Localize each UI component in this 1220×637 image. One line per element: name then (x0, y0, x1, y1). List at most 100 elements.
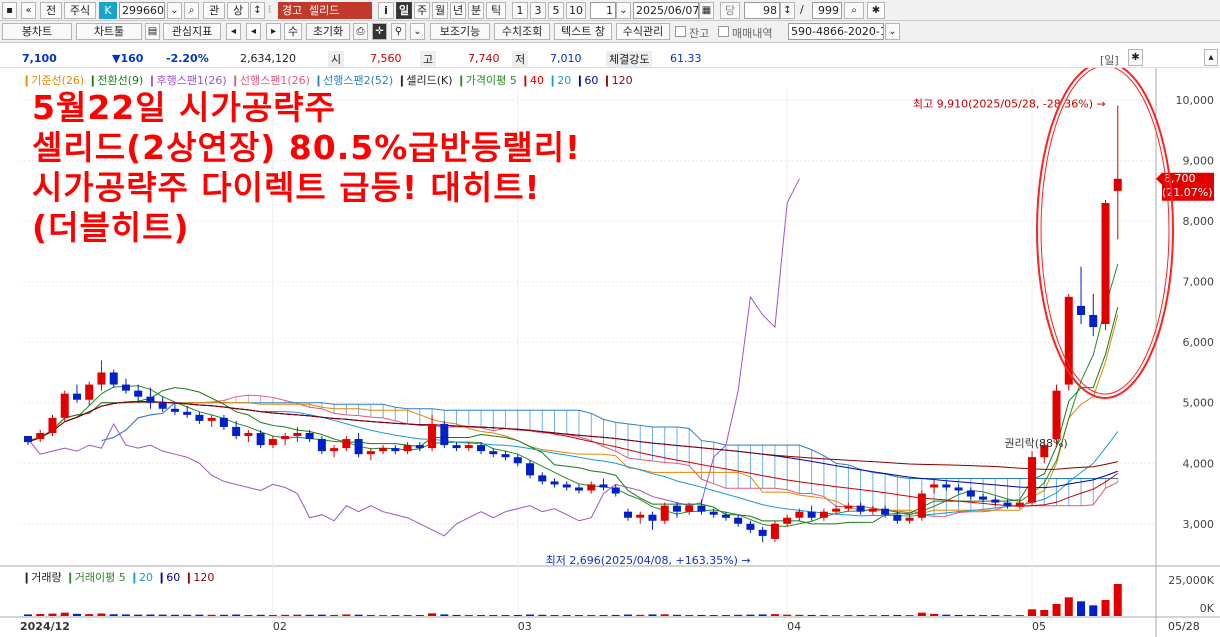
gear-icon[interactable]: ✱ (1128, 49, 1143, 66)
unit-input[interactable]: 1 (590, 2, 616, 19)
candle-body (991, 499, 1000, 503)
count-input[interactable]: 98 (744, 2, 780, 19)
candle-body (146, 396, 155, 403)
legend-item[interactable]: ❙기준선(26) (22, 74, 84, 87)
code-input[interactable]: 299660 (119, 2, 165, 19)
spinner-icon[interactable]: ↕ (780, 2, 795, 19)
balance-checkbox[interactable] (675, 26, 686, 37)
play-right-icon[interactable]: ▸ (266, 23, 281, 40)
calendar-icon[interactable]: ▦ (699, 2, 714, 19)
open-value: 7,560 (370, 52, 402, 65)
account-select[interactable]: 590-4866-2020-1 (788, 23, 884, 40)
high-annotation: 최고 9,910(2025/05/28, -28.36%) → (913, 98, 1106, 111)
formula-button[interactable]: 수식관리 (616, 23, 670, 40)
arrow-left-icon[interactable]: ◂ (226, 23, 241, 40)
volume-bar (697, 614, 706, 616)
tab-month[interactable]: 월 (432, 2, 448, 19)
spinner-icon[interactable]: ↕ (250, 2, 265, 19)
volume-bar (856, 615, 865, 616)
scroll-icon[interactable]: ▴ (1204, 49, 1218, 66)
bong-chart-button[interactable]: 봉차트 (2, 23, 72, 40)
x-tick-label: 02 (273, 620, 287, 633)
chevron-down-icon[interactable]: ⌄ (885, 23, 900, 40)
text-window-button[interactable]: 텍스트 창 (554, 23, 612, 40)
volume-bar (379, 615, 388, 616)
legend-item[interactable]: ❙20 (548, 74, 571, 87)
date-input[interactable]: 2025/06/07 (633, 2, 699, 19)
candle-body (305, 433, 314, 440)
candle-body (697, 505, 706, 512)
su-button[interactable]: 수 (284, 23, 302, 40)
up-icon[interactable]: « (21, 2, 36, 19)
tab-minute[interactable]: 분 (468, 2, 484, 19)
chevron-down-icon[interactable]: ⌄ (167, 2, 182, 19)
legend-item[interactable]: ❙20 (130, 571, 153, 584)
legend-item[interactable]: ❙120 (602, 74, 632, 87)
legend-item[interactable]: ❙선행스팬1(26) (231, 74, 310, 87)
volume-bar (256, 614, 265, 616)
legend-item[interactable]: ❙60 (575, 74, 598, 87)
search-icon[interactable]: ⌕ (184, 2, 199, 19)
volume-bar (758, 614, 767, 616)
legend-item[interactable]: ❙가격이평 5 (457, 74, 517, 87)
legend-item[interactable]: ❙전환선(9) (88, 74, 143, 87)
tab-day[interactable]: 일 (396, 2, 412, 19)
y-tick-label: 9,000 (1183, 155, 1215, 168)
volume-bar (636, 614, 645, 616)
num-10-button[interactable]: 10 (566, 2, 586, 19)
market-button[interactable]: 전 (40, 2, 62, 19)
legend-item[interactable]: ❙거래이평 5 (66, 571, 126, 584)
volume-bar (170, 614, 179, 616)
num-3-button[interactable]: 3 (530, 2, 546, 19)
day-tag: [일] (1100, 54, 1119, 67)
volume-bar (219, 614, 228, 616)
reset-button[interactable]: 초기화 (306, 23, 350, 40)
num-1-button[interactable]: 1 (512, 2, 528, 19)
cross-cursor-icon[interactable]: ✛ (372, 23, 387, 40)
sang-button[interactable]: 상 (227, 2, 249, 19)
gwan-button[interactable]: 관 (203, 2, 225, 19)
tab-year[interactable]: 년 (450, 2, 466, 19)
menu-icon[interactable]: ▪ (2, 2, 17, 19)
max-input[interactable]: 999 (812, 2, 842, 19)
candle-body (685, 505, 694, 512)
gear-icon[interactable]: ✱ (867, 2, 885, 19)
chevron-down-icon[interactable]: ⌄ (616, 2, 631, 19)
dang-button[interactable]: 당 (720, 2, 740, 19)
num-query-button[interactable]: 수치조회 (494, 23, 550, 40)
trade-checkbox[interactable] (718, 26, 729, 37)
type-button[interactable]: 주식 (64, 2, 96, 19)
volume-bar (1003, 615, 1012, 616)
legend-item[interactable]: ❙거래량 (22, 571, 62, 584)
candle-body (219, 417, 228, 427)
volume-bar (440, 614, 449, 616)
volume-bar (905, 615, 914, 616)
num-5-button[interactable]: 5 (548, 2, 564, 19)
legend-item[interactable]: ❙셀리드(K) (397, 74, 452, 87)
chevron-down-icon[interactable]: ⌄ (410, 23, 425, 40)
legend-item[interactable]: ❙40 (521, 74, 544, 87)
candle-body (856, 505, 865, 512)
strength-label: 체결강도 (606, 51, 653, 67)
legend-item[interactable]: ❙후행스팬1(26) (147, 74, 226, 87)
print-icon[interactable]: ⎙ (353, 23, 368, 40)
tab-week[interactable]: 주 (414, 2, 430, 19)
volume-bar (158, 614, 167, 616)
candle-body (1113, 178, 1122, 191)
chart-tool-button[interactable]: 차트툴 (76, 23, 142, 40)
assist-button[interactable]: 보조기능 (430, 23, 490, 40)
volume-bar (562, 615, 571, 616)
low-annotation: 최저 2,696(2025/04/08, +163.35%) → (546, 554, 751, 567)
indicator-button[interactable]: 관심지표 (163, 23, 221, 40)
legend-item[interactable]: ❙120 (184, 571, 214, 584)
legend-item[interactable]: ❙선행스팬2(52) (314, 74, 393, 87)
k-badge[interactable]: K (99, 2, 117, 19)
slash-label: / (800, 3, 804, 16)
play-left-icon[interactable]: ◂ (246, 23, 261, 40)
pin-icon[interactable]: ⚲ (391, 23, 406, 40)
info-button[interactable]: i (378, 2, 394, 19)
save-icon[interactable]: ▤ (145, 23, 160, 40)
legend-item[interactable]: ❙60 (157, 571, 180, 584)
tab-tick[interactable]: 틱 (486, 2, 506, 19)
zoom-icon[interactable]: ⌕ (844, 2, 864, 19)
